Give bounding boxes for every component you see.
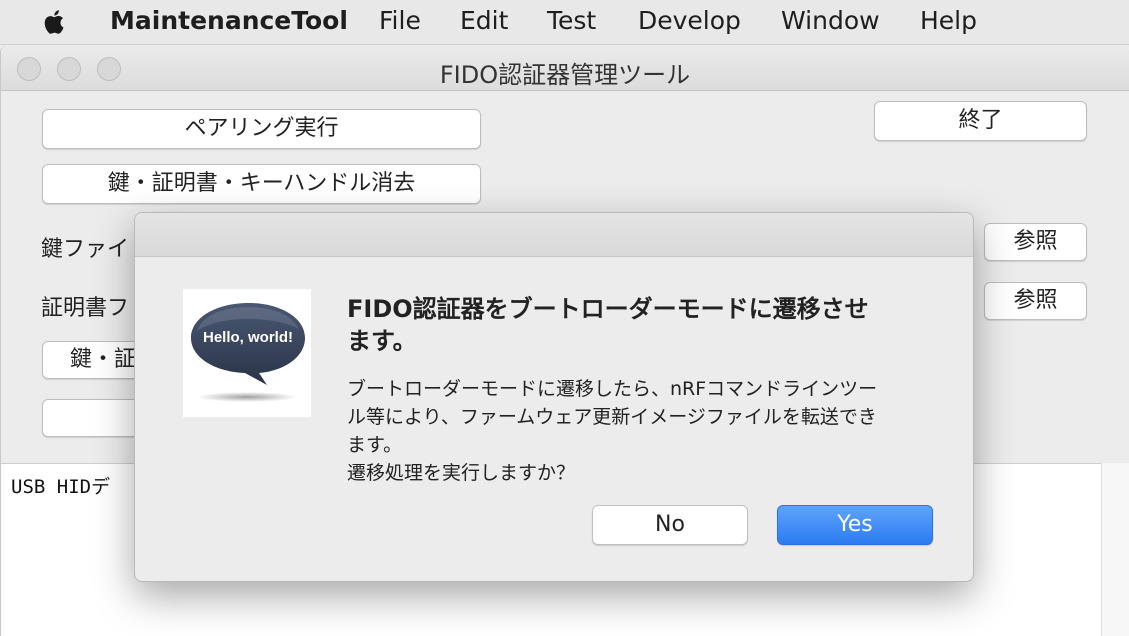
cert-file-label: 証明書フ <box>41 296 130 321</box>
dialog-header-strip <box>135 213 973 257</box>
apple-logo-icon[interactable] <box>40 7 70 37</box>
dialog-message-line: ル等により、ファームウェア更新イメージファイルを転送でき <box>347 406 877 428</box>
log-text: USB HIDデ <box>11 476 111 498</box>
browse-key-button[interactable]: 参照 <box>984 223 1087 261</box>
dialog-title-line: FIDO認証器をブートローダーモードに遷移させ <box>347 295 869 323</box>
key-file-label: 鍵ファイ <box>41 237 130 262</box>
pairing-button[interactable]: ペアリング実行 <box>42 109 481 149</box>
menu-app-name[interactable]: MaintenanceTool <box>110 6 348 35</box>
window-titlebar: FIDO認証器管理ツール <box>1 46 1129 91</box>
erase-keys-button[interactable]: 鍵・証明書・キーハンドル消去 <box>42 164 481 204</box>
dialog-message-line: 遷移処理を実行しますか？ <box>347 462 576 484</box>
dialog-message: ブートローダーモードに遷移したら、nRFコマンドラインツー ル等により、ファーム… <box>347 375 927 487</box>
browse-cert-button[interactable]: 参照 <box>984 282 1087 320</box>
menu-file[interactable]: File <box>379 6 421 35</box>
no-button[interactable]: No <box>592 505 748 545</box>
dialog-message-line: ます。 <box>347 434 403 456</box>
icon-text: Hello, world! <box>203 329 293 346</box>
dialog-message-line: ブートローダーモードに遷移したら、nRFコマンドラインツー <box>347 378 878 400</box>
menu-bar: MaintenanceTool File Edit Test Develop W… <box>0 0 1129 45</box>
log-scrollbar[interactable] <box>1101 463 1129 636</box>
menu-test[interactable]: Test <box>547 6 596 35</box>
dialog-icon: Hello, world! <box>183 289 311 417</box>
menu-window[interactable]: Window <box>781 6 880 35</box>
menu-edit[interactable]: Edit <box>460 6 508 35</box>
confirm-dialog: Hello, world! FIDO認証器をブートローダーモードに遷移させ ます… <box>134 212 974 582</box>
dialog-title: FIDO認証器をブートローダーモードに遷移させ ます。 <box>347 293 887 357</box>
hello-world-speech-bubble-icon: Hello, world! <box>191 303 305 402</box>
menu-help[interactable]: Help <box>920 6 977 35</box>
quit-button[interactable]: 終了 <box>874 101 1087 141</box>
yes-button[interactable]: Yes <box>777 505 933 545</box>
dialog-title-line: ます。 <box>347 327 417 355</box>
window-title: FIDO認証器管理ツール <box>439 61 691 89</box>
menu-develop[interactable]: Develop <box>638 6 741 35</box>
